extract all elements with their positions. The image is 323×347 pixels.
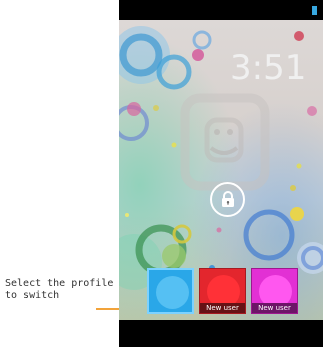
profile-label: New user xyxy=(252,303,297,313)
bottom-bar xyxy=(119,320,323,347)
avatar xyxy=(156,276,189,309)
unlock-button[interactable] xyxy=(210,182,245,217)
screenshot-stage: Select the profile to switch 3:51 New us… xyxy=(0,0,323,347)
lock-icon xyxy=(220,191,236,209)
profile-switch-annotation: Select the profile to switch xyxy=(0,278,174,318)
lockscreen-clock: 3:51 xyxy=(230,48,307,88)
profile-tile-new-user-1[interactable]: New user xyxy=(199,268,246,314)
profile-tile-current[interactable] xyxy=(147,268,194,314)
profile-label: New user xyxy=(200,303,245,313)
profile-tile-new-user-2[interactable]: New user xyxy=(251,268,298,314)
battery-icon xyxy=(312,6,317,15)
annotation-arrow xyxy=(96,305,174,313)
status-bar xyxy=(119,0,323,20)
